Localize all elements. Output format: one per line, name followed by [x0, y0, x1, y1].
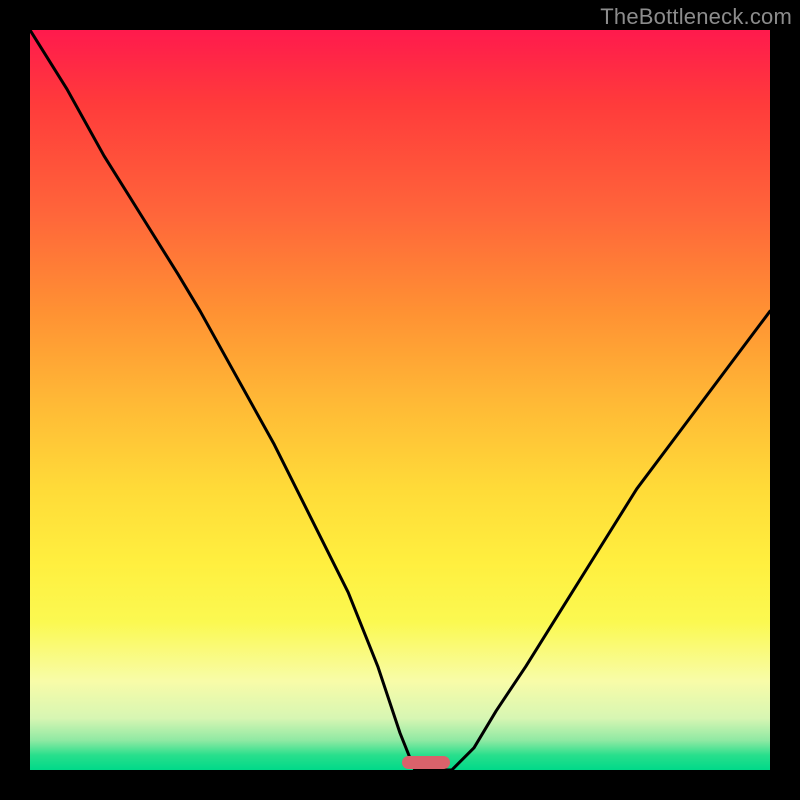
- plot-area: [30, 30, 770, 770]
- chart-frame: TheBottleneck.com: [0, 0, 800, 800]
- watermark-text: TheBottleneck.com: [600, 4, 792, 30]
- optimum-marker: [402, 756, 450, 769]
- bottleneck-curve: [30, 30, 770, 770]
